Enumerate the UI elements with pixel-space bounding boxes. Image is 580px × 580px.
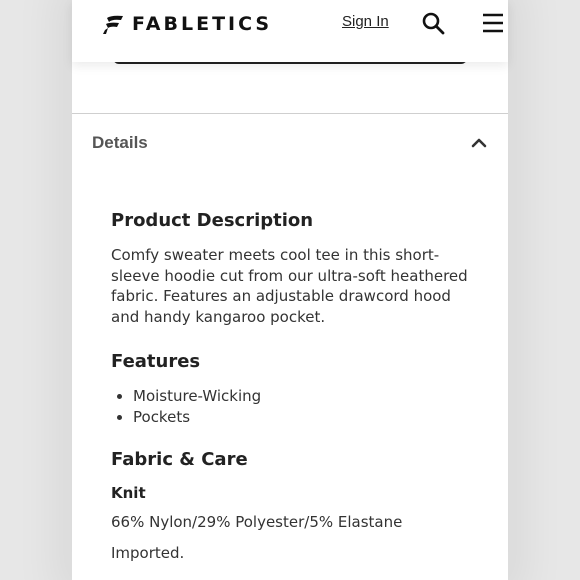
details-content: Product Description Comfy sweater meets … [111,210,481,562]
chevron-up-icon[interactable] [470,134,488,152]
origin-text: Imported. [111,544,185,562]
details-accordion-toggle[interactable]: Details [72,114,508,172]
fabric-type-label: Knit [111,484,146,502]
feature-item: Pockets [133,407,481,428]
brand-name: FABLETICS [132,13,273,35]
menu-icon[interactable] [481,11,505,35]
search-icon[interactable] [421,11,445,35]
sign-in-link[interactable]: Sign In [342,13,389,30]
product-description-text: Comfy sweater meets cool tee in this sho… [111,246,468,326]
brand-logo[interactable]: FABLETICS [102,12,272,36]
features-heading: Features [111,351,201,372]
product-page: FABLETICS Sign In Details Product Descri… [72,0,508,580]
features-list: Moisture-Wicking Pockets [111,386,481,427]
fabric-composition: 66% Nylon/29% Polyester/5% Elastane [111,513,403,531]
site-header: FABLETICS Sign In [72,0,508,62]
feature-item: Moisture-Wicking [133,386,481,407]
details-label: Details [92,133,148,152]
fabric-care-heading: Fabric & Care [111,449,248,470]
product-description-heading: Product Description [111,210,314,231]
fabletics-logo-icon [103,15,123,34]
